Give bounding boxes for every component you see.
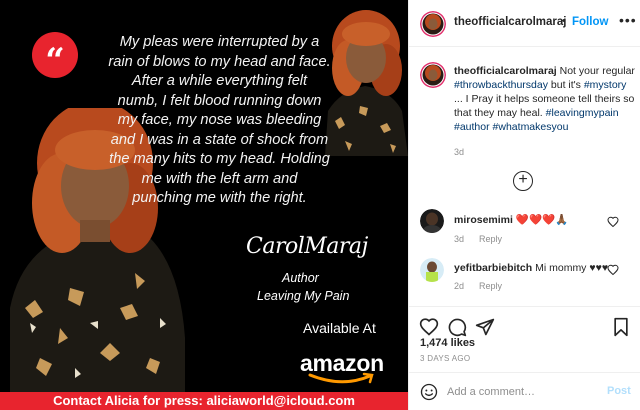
post-caption: theofficialcarolmaraj Not your regular #… [454,64,636,134]
quote-icon: “ [32,32,78,81]
quote-line: My pleas were interrupted by a [119,34,320,50]
add-comment-bar: Post [409,372,640,410]
comment-username[interactable]: yefitbarbiebitch [454,262,532,274]
quote-line: and I was in a state of shock from [110,131,329,148]
comment-text: ❤️❤️❤️🙏🏾 [515,214,569,226]
like-comment-heart-icon[interactable] [607,216,619,228]
header-username[interactable]: theofficialcarolmaraj [454,16,566,28]
avatar[interactable] [420,11,446,37]
hashtag-link[interactable]: #whatmakesyou [493,121,569,133]
author-signature: CarolMaraj [246,234,368,259]
load-more-comments-icon[interactable]: + [513,171,533,191]
caption-text: but it's [550,79,581,91]
quote-line: the many hits to my head. Holding [109,151,330,167]
more-options-icon[interactable]: ••• [619,12,637,28]
comment-text: Mi mommy ♥♥♥ [535,262,609,274]
quote-line: punching me with the right. [132,190,307,206]
author-role: Author [282,271,319,285]
reply-button[interactable]: Reply [479,234,502,244]
commenter-avatar[interactable] [420,209,444,233]
comment-bubble-icon[interactable] [447,317,467,337]
quote-line: After a while everything felt [131,73,308,89]
like-comment-heart-icon[interactable] [607,264,619,276]
post-comment-button[interactable]: Post [607,385,631,397]
share-send-icon[interactable] [475,317,495,337]
hashtag-link[interactable]: #mystory [584,79,627,91]
hashtag-link[interactable]: #leavingmypain [546,107,619,119]
quote-line: my face, my nose was bleeding [117,112,322,128]
emoji-icon[interactable] [420,383,438,401]
comment-timestamp: 3d [454,234,465,244]
reply-button[interactable]: Reply [479,281,502,291]
commenter-avatar[interactable] [420,258,444,282]
post-image[interactable]: “ My pleas were interrupted by a rain of… [0,0,408,410]
caption-timestamp: 3d [454,147,465,157]
press-contact-bar: Contact Alicia for press: aliciaworld@ic… [0,392,408,410]
comment-row: mirosemimi ❤️❤️❤️🙏🏾 [454,213,604,226]
amazon-smile-icon [308,372,374,384]
caption-text: Not your regular [559,65,635,77]
like-heart-icon[interactable] [419,317,439,337]
book-title: Leaving My Pain [257,289,350,303]
caption-avatar[interactable] [420,62,446,88]
comment-timestamp: 2d [454,281,465,291]
comment-row: yefitbarbiebitch Mi mommy ♥♥♥ [454,262,614,274]
bookmark-save-icon[interactable] [611,317,631,337]
hashtag-link[interactable]: #author [454,121,490,133]
separator-dot: • [562,15,566,27]
quote-line: rain of blows to my head and face. [108,53,331,70]
post-side-panel: theofficialcarolmaraj • Follow ••• theof… [408,0,640,410]
post-date: 3 DAYS AGO [420,354,471,363]
follow-button[interactable]: Follow [572,16,608,28]
comment-username[interactable]: mirosemimi [454,214,513,226]
available-at-text: Available At [303,320,376,336]
quote-text: My pleas were interrupted by a rain of b… [92,33,347,209]
comment-input[interactable] [447,382,597,402]
quote-line: me with the left arm and [141,170,298,187]
post-header: theofficialcarolmaraj • Follow ••• [409,0,640,47]
quote-line: numb, I felt blood running down [117,92,322,109]
likes-count[interactable]: 1,474 likes [420,337,475,349]
hashtag-link[interactable]: #throwbackthursday [454,79,548,91]
caption-username[interactable]: theofficialcarolmaraj [454,65,557,77]
